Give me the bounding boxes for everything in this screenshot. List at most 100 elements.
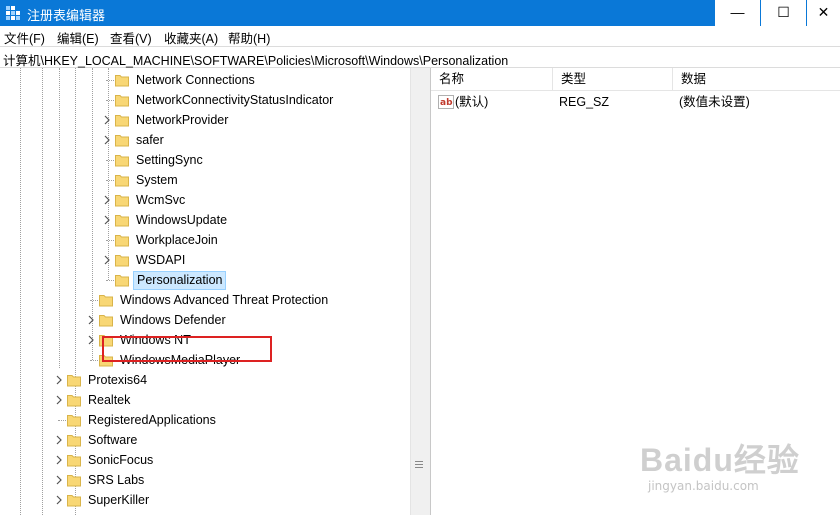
scroll-grip-icon <box>415 461 423 468</box>
folder-icon <box>115 235 129 247</box>
folder-icon <box>115 215 129 227</box>
tree-node[interactable]: WSDAPI <box>0 250 410 270</box>
tree-node-label: Realtek <box>88 393 131 407</box>
tree-connector <box>106 280 114 281</box>
chevron-right-icon[interactable] <box>54 375 64 385</box>
tree-node[interactable]: SRS Labs <box>0 470 410 490</box>
tree-node-label: WSDAPI <box>136 253 186 267</box>
tree-node-label: RegisteredApplications <box>88 413 216 427</box>
chevron-right-icon[interactable] <box>102 195 112 205</box>
maximize-button[interactable]: ☐ <box>760 0 806 26</box>
folder-icon <box>67 455 81 467</box>
chevron-right-icon[interactable] <box>102 115 112 125</box>
tree-node-label: SRS Labs <box>88 473 145 487</box>
folder-icon <box>115 135 129 147</box>
tree-connector <box>90 360 98 361</box>
tree-node-label: Windows Advanced Threat Protection <box>120 293 329 307</box>
tree-node-label: Software <box>88 433 138 447</box>
watermark: Baidu经验 jingyan.baidu.com <box>640 425 810 505</box>
chevron-right-icon[interactable] <box>102 135 112 145</box>
chevron-right-icon[interactable] <box>54 475 64 485</box>
chevron-right-icon[interactable] <box>54 495 64 505</box>
registry-tree[interactable]: Network Connections NetworkConnectivitySt… <box>0 68 410 515</box>
close-button[interactable]: ✕ <box>806 0 840 26</box>
folder-icon <box>115 275 129 287</box>
folder-icon <box>115 175 129 187</box>
column-header-type[interactable]: 类型 <box>553 68 673 90</box>
tree-node-label: SuperKiller <box>88 493 150 507</box>
tree-connector <box>106 160 114 161</box>
minimize-button[interactable]: — <box>714 0 760 26</box>
chevron-right-icon[interactable] <box>54 455 64 465</box>
chevron-right-icon[interactable] <box>54 395 64 405</box>
tree-node-label: NetworkConnectivityStatusIndicator <box>136 93 334 107</box>
column-header-name[interactable]: 名称 <box>431 68 553 90</box>
folder-icon <box>67 495 81 507</box>
tree-node[interactable]: SettingSync <box>0 150 410 170</box>
tree-node[interactable]: Software <box>0 430 410 450</box>
tree-node[interactable]: SonicFocus <box>0 450 410 470</box>
tree-connector <box>106 80 114 81</box>
address-path: 计算机\HKEY_LOCAL_MACHINE\SOFTWARE\Policies… <box>3 54 509 68</box>
tree-node[interactable]: Windows Advanced Threat Protection <box>0 290 410 310</box>
folder-icon <box>67 415 81 427</box>
folder-icon <box>115 155 129 167</box>
tree-node[interactable]: NetworkProvider <box>0 110 410 130</box>
tree-node-label: WorkplaceJoin <box>136 233 218 247</box>
value-name: (默认) <box>455 95 489 109</box>
menu-favorites[interactable]: 收藏夹(A) <box>164 28 218 47</box>
tree-node[interactable]: Personalization <box>0 270 410 290</box>
tree-node[interactable]: safer <box>0 130 410 150</box>
title-bar: 注册表编辑器 — ☐ ✕ <box>0 0 840 26</box>
close-icon: ✕ <box>817 4 830 20</box>
tree-node[interactable]: System <box>0 170 410 190</box>
folder-icon <box>115 195 129 207</box>
tree-node[interactable]: NetworkConnectivityStatusIndicator <box>0 90 410 110</box>
menu-edit[interactable]: 编辑(E) <box>57 28 99 47</box>
menu-help[interactable]: 帮助(H) <box>228 28 270 47</box>
folder-icon <box>67 395 81 407</box>
folder-icon <box>99 295 113 307</box>
column-header-data[interactable]: 数据 <box>673 68 840 90</box>
tree-node[interactable]: WcmSvc <box>0 190 410 210</box>
chevron-right-icon[interactable] <box>102 255 112 265</box>
menu-view[interactable]: 查看(V) <box>110 28 152 47</box>
chevron-right-icon[interactable] <box>86 335 96 345</box>
tree-node-label: Protexis64 <box>88 373 148 387</box>
value-row[interactable]: ab (默认) REG_SZ (数值未设置) <box>431 92 840 112</box>
svg-text:ab: ab <box>440 98 453 108</box>
value-type: REG_SZ <box>559 95 610 109</box>
tree-node[interactable]: Protexis64 <box>0 370 410 390</box>
menu-file[interactable]: 文件(F) <box>4 28 45 47</box>
tree-node[interactable]: RegisteredApplications <box>0 410 410 430</box>
chevron-right-icon[interactable] <box>102 215 112 225</box>
tree-node[interactable]: Network Connections <box>0 70 410 90</box>
tree-connector <box>58 420 66 421</box>
folder-icon <box>67 435 81 447</box>
tree-node[interactable]: Windows Defender <box>0 310 410 330</box>
annotation-highlight-box <box>102 336 272 362</box>
tree-node[interactable]: WindowsUpdate <box>0 210 410 230</box>
tree-node-label: SonicFocus <box>88 453 154 467</box>
tree-node[interactable]: Realtek <box>0 390 410 410</box>
chevron-right-icon[interactable] <box>54 435 64 445</box>
chevron-right-icon[interactable] <box>86 315 96 325</box>
value-data: (数值未设置) <box>679 95 750 109</box>
tree-node[interactable]: WorkplaceJoin <box>0 230 410 250</box>
window-title: 注册表编辑器 <box>27 8 106 23</box>
tree-scrollbar[interactable] <box>410 68 427 515</box>
tree-node-label: Network Connections <box>136 73 255 87</box>
tree-node-label: SettingSync <box>136 153 203 167</box>
watermark-url: jingyan.baidu.com <box>648 479 759 493</box>
address-bar[interactable]: 计算机\HKEY_LOCAL_MACHINE\SOFTWARE\Policies… <box>0 46 840 68</box>
tree-node-label: System <box>136 173 178 187</box>
tree-node[interactable]: SuperKiller <box>0 490 410 510</box>
folder-icon <box>67 375 81 387</box>
folder-icon <box>115 75 129 87</box>
tree-node-label: Personalization <box>133 271 227 290</box>
header-divider <box>431 90 840 91</box>
folder-icon <box>115 95 129 107</box>
tree-connector <box>106 240 114 241</box>
maximize-icon: ☐ <box>777 4 790 20</box>
tree-connector <box>106 100 114 101</box>
